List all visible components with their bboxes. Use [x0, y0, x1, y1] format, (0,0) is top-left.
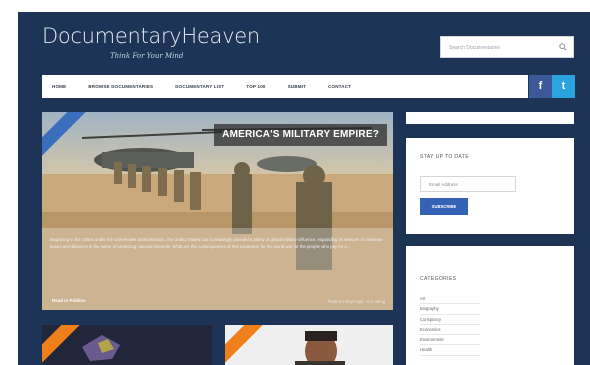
nav-item-list[interactable]: DOCUMENTARY LIST	[175, 84, 224, 89]
nav-item-top-100[interactable]: TOP 100	[246, 84, 265, 89]
nav-item-submit[interactable]: SUBMIT	[288, 84, 306, 89]
featured-post[interactable]: AMERICA'S MILITARY EMPIRE? Beginning in …	[42, 112, 393, 310]
category-item[interactable]: Biography	[420, 304, 480, 315]
featured-excerpt: Beginning in the 1950s under the Eisenho…	[42, 228, 393, 310]
categories-list: Art Biography Conspiracy Economics Envir…	[420, 294, 480, 356]
category-item[interactable]: Environment	[420, 335, 480, 346]
featured-title[interactable]: AMERICA'S MILITARY EMPIRE?	[214, 124, 387, 146]
post-thumbnail[interactable]	[225, 325, 393, 365]
nav-item-home[interactable]: HOME	[52, 84, 66, 89]
twitter-icon[interactable]: t	[552, 75, 575, 98]
post-thumbnail[interactable]	[42, 325, 212, 365]
facebook-icon[interactable]: f	[529, 75, 552, 98]
email-field[interactable]: Email Address	[420, 176, 516, 192]
nav-item-contact[interactable]: CONTACT	[328, 84, 351, 89]
excerpt-text: Beginning in the 1950s under the Eisenho…	[50, 237, 383, 249]
categories-widget: CATEGORIES Art Biography Conspiracy Econ…	[406, 246, 574, 365]
site-logo[interactable]: DocumentaryHeaven	[42, 24, 260, 48]
nav-item-browse[interactable]: BROWSE DOCUMENTARIES	[88, 84, 153, 89]
search-icon[interactable]	[559, 43, 567, 51]
post-meta: Posted 3 days ago · 8.2 rating	[327, 299, 385, 304]
category-item[interactable]: Art	[420, 294, 480, 305]
search-placeholder: Search Documentaries	[449, 45, 500, 51]
category-item[interactable]: Conspiracy	[420, 315, 480, 325]
search-input[interactable]: Search Documentaries	[440, 36, 574, 58]
newsletter-widget: STAY UP TO DATE Email Address SUBSCRIBE	[406, 138, 574, 234]
read-more-link[interactable]: Read in Politics	[52, 297, 86, 304]
main-nav: HOME BROWSE DOCUMENTARIES DOCUMENTARY LI…	[42, 75, 528, 98]
newsletter-title: STAY UP TO DATE	[420, 154, 469, 160]
sidebar-top-bar	[406, 112, 574, 124]
category-item[interactable]: Economics	[420, 325, 480, 336]
site-page: DocumentaryHeaven Think For Your Mind Se…	[18, 12, 590, 365]
site-tagline: Think For Your Mind	[110, 52, 184, 60]
subscribe-button[interactable]: SUBSCRIBE	[420, 198, 468, 215]
category-item[interactable]: Health	[420, 345, 480, 356]
categories-title: CATEGORIES	[420, 276, 457, 282]
